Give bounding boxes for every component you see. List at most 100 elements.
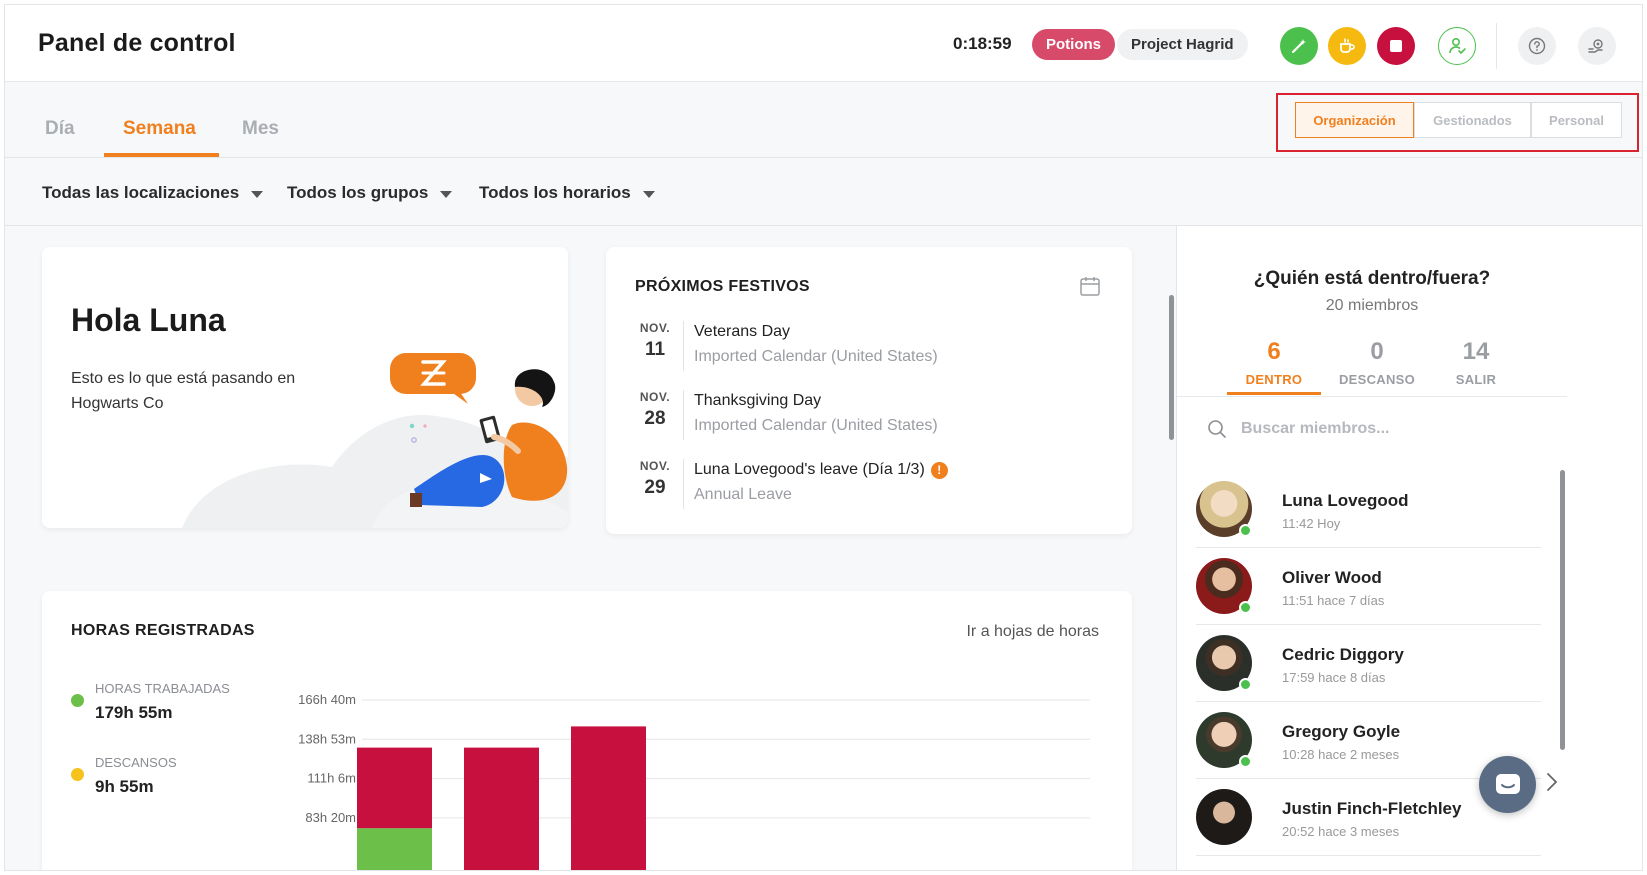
help-button[interactable] [1518, 27, 1556, 65]
legend-dot [71, 768, 84, 781]
who-is-in-panel: ¿Quién está dentro/fuera? 20 miembros 6 … [1176, 226, 1642, 870]
holiday-source: Imported Calendar (United States) [694, 417, 938, 434]
stat-break[interactable]: 0 DESCANSO [1327, 338, 1427, 387]
holiday-name: Veterans Day [694, 323, 790, 341]
member-name: Cedric Diggory [1282, 645, 1404, 664]
who-is-in-button[interactable] [1438, 27, 1476, 65]
holiday-item[interactable]: NOV. 11 Veterans Day Imported Calendar (… [635, 321, 1105, 371]
member-name: Gregory Goyle [1282, 722, 1401, 741]
page-title: Panel de control [38, 29, 236, 57]
filters-bar: Todas las localizaciones Todos los grupo… [5, 158, 1642, 226]
bar-segment[interactable] [571, 726, 646, 871]
bar-segment[interactable] [357, 747, 432, 829]
online-status-dot [1239, 755, 1252, 768]
locations-filter[interactable]: Todas las localizaciones [42, 183, 264, 203]
stat-break-count: 0 [1370, 338, 1384, 365]
settings-button[interactable] [1578, 27, 1616, 65]
chat-icon [1495, 773, 1520, 794]
stat-out-count: 14 [1462, 338, 1490, 365]
holiday-source: Annual Leave [694, 486, 792, 503]
legend-value: 179h 55m [95, 703, 173, 722]
member-search[interactable]: Buscar miembros... [1207, 419, 1390, 439]
holiday-month: NOV. [639, 390, 671, 404]
holiday-name: Luna Lovegood's leave (Día 1/3) ! [694, 461, 948, 479]
greeting-card: Hola Luna Esto es lo que está pasando en… [42, 247, 568, 528]
chevron-down-icon [440, 190, 453, 198]
member-name: Oliver Wood [1282, 568, 1382, 587]
registered-hours-card: HORAS REGISTRADAS Ir a hojas de horas HO… [42, 591, 1132, 871]
tab-week[interactable]: Semana [123, 118, 196, 140]
groups-filter[interactable]: Todos los grupos [287, 183, 453, 203]
y-tick-label: 166h 40m [298, 692, 356, 707]
settings-icon [1588, 39, 1603, 53]
online-status-dot [1239, 601, 1252, 614]
stop-icon [1390, 40, 1402, 52]
holiday-month: NOV. [639, 321, 671, 335]
stat-break-label: DESCANSO [1338, 372, 1416, 387]
schedules-filter-label: Todos los horarios [479, 183, 631, 202]
active-stat-indicator [1227, 392, 1321, 395]
panel-scrollbar[interactable] [1560, 470, 1565, 750]
project-tag[interactable]: Project Hagrid [1117, 29, 1248, 60]
chat-launcher-button[interactable] [1479, 756, 1536, 813]
holiday-item[interactable]: NOV. 29 Luna Lovegood's leave (Día 1/3) … [635, 459, 1105, 509]
schedules-filter[interactable]: Todos los horarios [479, 183, 655, 203]
bar-segment[interactable] [357, 828, 432, 871]
legend-value: 9h 55m [95, 777, 154, 796]
header-divider [1496, 23, 1497, 69]
member-time: 10:28 hace 2 meses [1282, 747, 1400, 762]
tab-day[interactable]: Día [45, 118, 75, 140]
locations-filter-label: Todas las localizaciones [42, 183, 240, 202]
member-row[interactable]: Cedric Diggory 17:59 hace 8 días [1196, 625, 1541, 702]
switch-activity-button[interactable] [1280, 27, 1318, 65]
stop-timer-button[interactable] [1377, 27, 1415, 65]
members-count: 20 miembros [1325, 297, 1419, 314]
holiday-date: NOV. 29 [635, 459, 675, 499]
coffee-icon [1340, 38, 1355, 53]
activity-tag[interactable]: Potions [1032, 29, 1115, 60]
member-row[interactable]: Oliver Wood 11:51 hace 7 días [1196, 548, 1541, 625]
member-time: 20:52 hace 3 meses [1282, 824, 1400, 839]
y-tick-label: 138h 53m [298, 731, 356, 746]
holiday-date: NOV. 11 [635, 321, 675, 361]
holiday-name-text: Veterans Day [694, 323, 791, 340]
member-time: 11:42 Hoy [1282, 516, 1341, 531]
search-input[interactable]: Buscar miembros... [1241, 420, 1390, 438]
chevron-right-icon[interactable] [1545, 771, 1559, 793]
scope-personal-button[interactable]: Personal [1531, 102, 1622, 138]
break-button[interactable] [1328, 27, 1366, 65]
avatar [1196, 789, 1252, 845]
holiday-name-text: Luna Lovegood's leave (Día 1/3) [694, 461, 925, 478]
holiday-date: NOV. 28 [635, 390, 675, 430]
holiday-name-text: Thanksgiving Day [694, 392, 822, 409]
go-to-timesheets-link[interactable]: Ir a hojas de horas [966, 623, 1099, 641]
member-time: 17:59 hace 8 días [1282, 670, 1386, 685]
holiday-divider [683, 390, 684, 440]
chevron-down-icon [642, 190, 655, 198]
online-status-dot [1239, 678, 1252, 691]
scope-managed-button[interactable]: Gestionados [1414, 102, 1531, 138]
online-status-dot [1239, 524, 1252, 537]
bar-segment[interactable] [464, 747, 539, 871]
holiday-name: Thanksgiving Day [694, 392, 821, 410]
stat-in[interactable]: 6 DENTRO [1224, 338, 1324, 387]
legend-label: HORAS TRABAJADAS [95, 681, 230, 696]
member-row[interactable]: Luna Lovegood 11:42 Hoy [1196, 471, 1541, 548]
stat-out-label: SALIR [1455, 372, 1497, 387]
main-scrollbar[interactable] [1169, 295, 1174, 440]
holiday-source: Imported Calendar (United States) [694, 348, 938, 365]
stat-in-label: DENTRO [1245, 372, 1303, 387]
holiday-divider [683, 459, 684, 509]
chevron-down-icon [251, 190, 264, 198]
holiday-item[interactable]: NOV. 28 Thanksgiving Day Imported Calend… [635, 390, 1105, 440]
scope-organization-button[interactable]: Organización [1295, 102, 1414, 138]
holiday-day: 28 [644, 408, 666, 429]
tab-month[interactable]: Mes [242, 118, 279, 140]
calendar-icon[interactable] [1079, 275, 1101, 297]
period-tabs-bar: Día Semana Mes Organización Gestionados … [5, 82, 1642, 158]
legend-dot [71, 694, 84, 707]
holiday-divider [683, 321, 684, 371]
member-name: Justin Finch-Fletchley [1282, 799, 1462, 818]
holiday-month: NOV. [639, 459, 671, 473]
stat-out[interactable]: 14 SALIR [1426, 338, 1526, 387]
